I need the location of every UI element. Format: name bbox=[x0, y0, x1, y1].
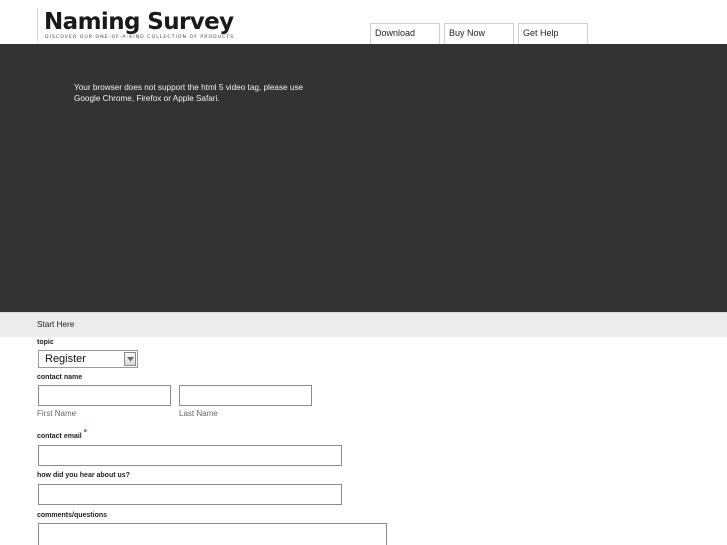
comments-label: comments/questions bbox=[37, 512, 108, 519]
contact-email-label-row: contact email * bbox=[37, 428, 87, 440]
nav-get-help[interactable]: Get Help bbox=[518, 23, 588, 44]
contact-email-label: contact email bbox=[37, 433, 82, 440]
comments-textarea[interactable] bbox=[38, 523, 387, 545]
hear-about-label: how did you hear about us? bbox=[37, 472, 130, 479]
topic-selected-value: Register bbox=[45, 353, 86, 365]
last-name-sublabel: Last Name bbox=[179, 409, 218, 418]
first-name-input[interactable] bbox=[38, 385, 171, 406]
video-player[interactable]: Your browser does not support the html 5… bbox=[0, 44, 727, 312]
last-name-input[interactable] bbox=[179, 385, 312, 406]
main-nav: Download Buy Now Get Help bbox=[370, 23, 592, 44]
logo-divider bbox=[37, 9, 38, 41]
section-title: Start Here bbox=[37, 320, 75, 329]
topic-label: topic bbox=[37, 339, 54, 346]
contact-name-label: contact name bbox=[37, 374, 83, 381]
dropdown-arrow-icon[interactable] bbox=[124, 352, 136, 366]
nav-download[interactable]: Download bbox=[370, 23, 440, 44]
required-asterisk: * bbox=[83, 428, 87, 437]
site-tagline: DISCOVER OUR ONE-OF-A-KIND COLLECTION OF… bbox=[45, 35, 235, 40]
first-name-sublabel: First Name bbox=[37, 409, 77, 418]
nav-buy-now[interactable]: Buy Now bbox=[444, 23, 514, 44]
topic-select[interactable]: Register bbox=[38, 350, 138, 368]
hear-about-input[interactable] bbox=[38, 484, 342, 505]
site-logo-title[interactable]: Naming Survey bbox=[44, 9, 234, 35]
section-header: Start Here bbox=[0, 312, 727, 337]
contact-email-input[interactable] bbox=[38, 445, 342, 466]
site-header: Naming Survey DISCOVER OUR ONE-OF-A-KIND… bbox=[0, 0, 727, 44]
video-fallback-message: Your browser does not support the html 5… bbox=[74, 83, 304, 103]
